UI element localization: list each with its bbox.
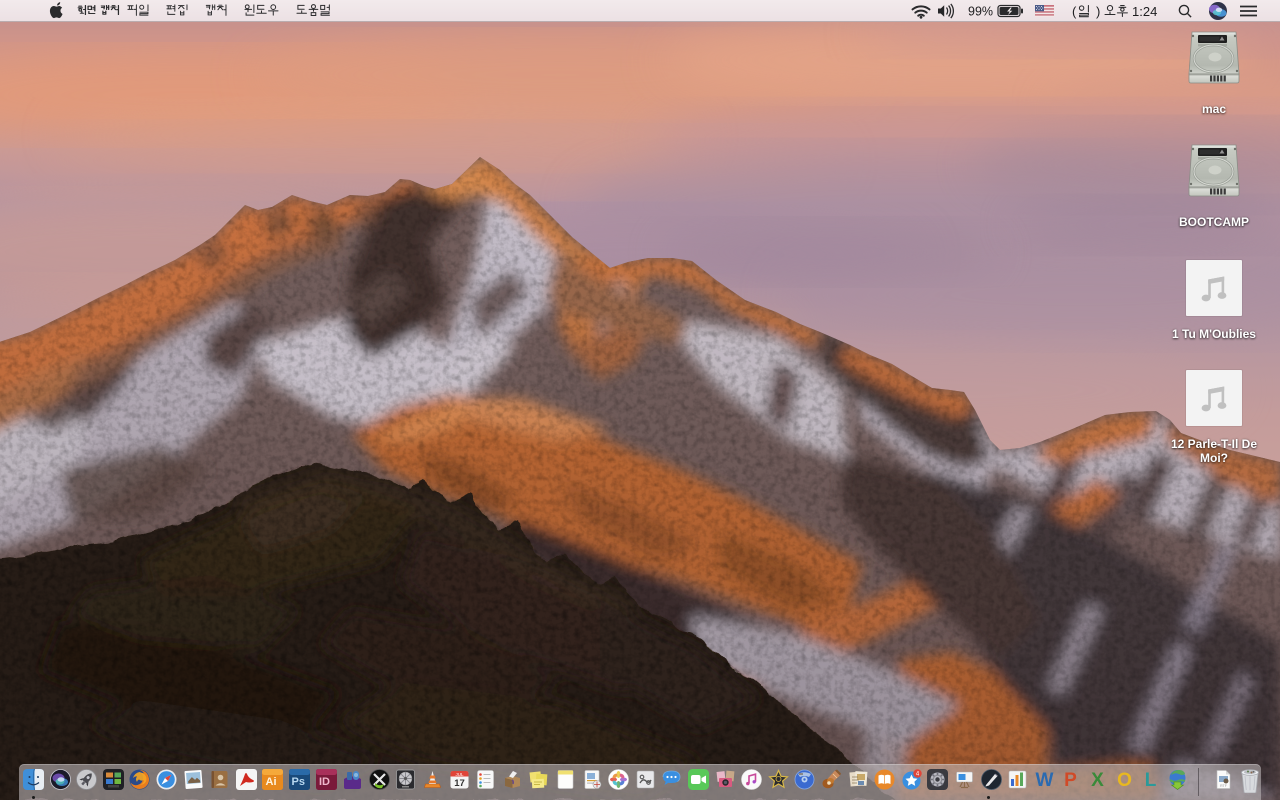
svg-text:99%: 99% — [968, 5, 993, 19]
svg-text:Ps: Ps — [291, 776, 304, 788]
svg-text:L: L — [1145, 770, 1157, 790]
svg-text:X: X — [1091, 770, 1104, 790]
svg-text:1:24: 1:24 — [1132, 4, 1157, 19]
svg-text:P: P — [1064, 770, 1077, 790]
svg-text:O: O — [1117, 770, 1132, 790]
svg-text:ID: ID — [319, 776, 330, 788]
svg-text:Ai: Ai — [266, 776, 277, 788]
svg-text:17: 17 — [454, 778, 465, 789]
svg-text:(: ( — [1072, 4, 1077, 19]
svg-text:): ) — [1096, 4, 1100, 19]
svg-text:W: W — [1035, 770, 1053, 790]
svg-text:RTF: RTF — [1220, 784, 1227, 788]
svg-text:JUL: JUL — [455, 772, 463, 777]
